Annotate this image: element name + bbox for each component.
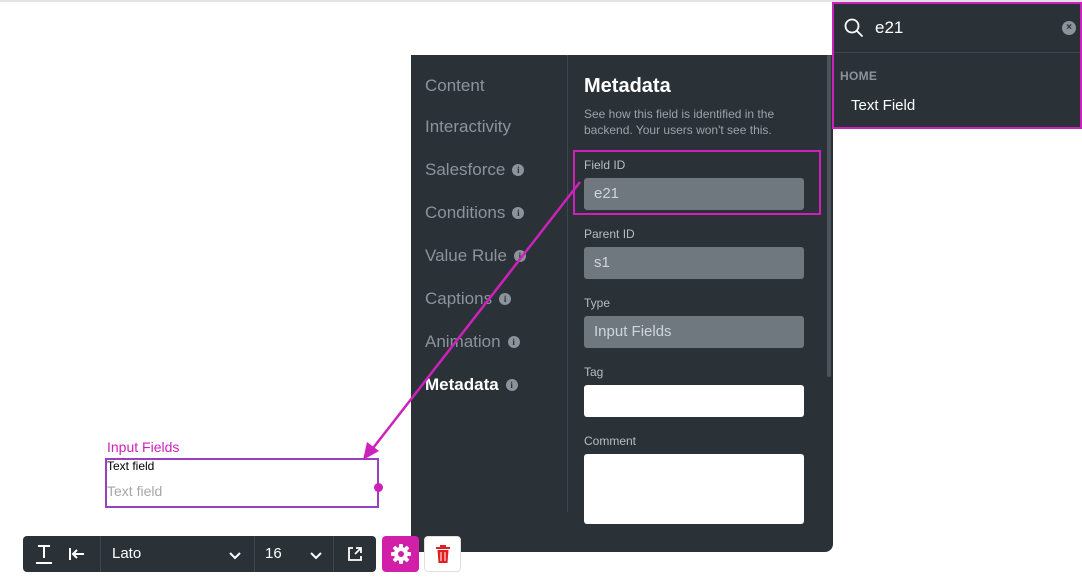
text-field-placeholder: Text field (107, 483, 163, 499)
search-result-item[interactable]: Text Field (851, 97, 915, 114)
panel-scrollbar[interactable] (827, 55, 831, 377)
nav-item-label: Conditions (425, 203, 506, 222)
font-select[interactable]: Lato (112, 545, 141, 562)
nav-item-captions[interactable]: Captions i (425, 289, 512, 309)
section-description: See how this field is identified in the … (584, 107, 775, 137)
chevron-down-icon[interactable] (228, 548, 242, 566)
parent-id-input[interactable]: s1 (584, 247, 804, 279)
info-icon[interactable]: i (513, 250, 526, 262)
toolbar-divider (100, 536, 101, 572)
info-icon[interactable]: i (512, 207, 525, 219)
text-style-icon[interactable] (35, 543, 53, 570)
search-input[interactable]: e21 (875, 18, 903, 38)
gear-icon (390, 543, 412, 570)
nav-item-animation[interactable]: Animation i (425, 332, 520, 352)
info-icon[interactable]: i (512, 164, 525, 176)
nav-item-label: Value Rule (425, 246, 507, 265)
nav-item-label: Salesforce (425, 160, 506, 179)
trash-icon (435, 544, 451, 569)
external-link-icon[interactable] (346, 545, 364, 568)
comment-label: Comment (584, 434, 637, 448)
nav-item-label: Content (425, 76, 485, 95)
align-left-icon[interactable] (68, 545, 86, 568)
info-icon[interactable]: i (507, 336, 520, 348)
nav-item-label: Interactivity (425, 117, 511, 136)
nav-item-conditions[interactable]: Conditions i (425, 203, 525, 223)
formatting-toolbar: Lato 16 (23, 536, 376, 572)
search-icon (844, 18, 864, 43)
metadata-section: Metadata See how this field is identifie… (584, 55, 814, 552)
clear-search-icon[interactable]: × (1062, 21, 1076, 35)
delete-button[interactable] (424, 536, 461, 572)
nav-item-metadata[interactable]: Metadata i (425, 375, 518, 395)
type-input[interactable]: Input Fields (584, 316, 804, 348)
resize-handle[interactable] (374, 483, 383, 492)
search-dropdown: e21 × HOME Text Field (832, 2, 1082, 129)
comment-textarea[interactable] (584, 454, 804, 524)
font-size-select[interactable]: 16 (265, 545, 282, 562)
result-section-heading: HOME (840, 69, 878, 83)
nav-item-value-rule[interactable]: Value Rule i (425, 246, 526, 266)
tag-input[interactable] (584, 385, 804, 417)
settings-button[interactable] (382, 536, 419, 572)
nav-item-interactivity[interactable]: Interactivity (425, 117, 511, 137)
toolbar-divider (333, 536, 334, 572)
tag-label: Tag (584, 365, 604, 379)
nav-item-salesforce[interactable]: Salesforce i (425, 160, 525, 180)
info-icon[interactable]: i (505, 379, 518, 391)
nav-item-content[interactable]: Content (425, 76, 485, 96)
element-group-label: Input Fields (107, 439, 180, 455)
text-field-label: Text field (107, 459, 155, 473)
field-id-highlight (573, 150, 821, 215)
nav-item-label: Captions (425, 289, 493, 308)
settings-nav: Content Interactivity Salesforce i Condi… (411, 55, 568, 512)
parent-id-label: Parent ID (584, 227, 635, 241)
nav-item-label: Animation (425, 332, 501, 351)
chevron-down-icon[interactable] (309, 548, 323, 566)
type-label: Type (584, 296, 611, 310)
section-title: Metadata (584, 75, 671, 97)
nav-item-label: Metadata (425, 375, 499, 394)
toolbar-divider (254, 536, 255, 572)
settings-panel: Content Interactivity Salesforce i Condi… (411, 55, 833, 552)
search-bar: e21 × (834, 4, 1080, 53)
info-icon[interactable]: i (499, 293, 512, 305)
